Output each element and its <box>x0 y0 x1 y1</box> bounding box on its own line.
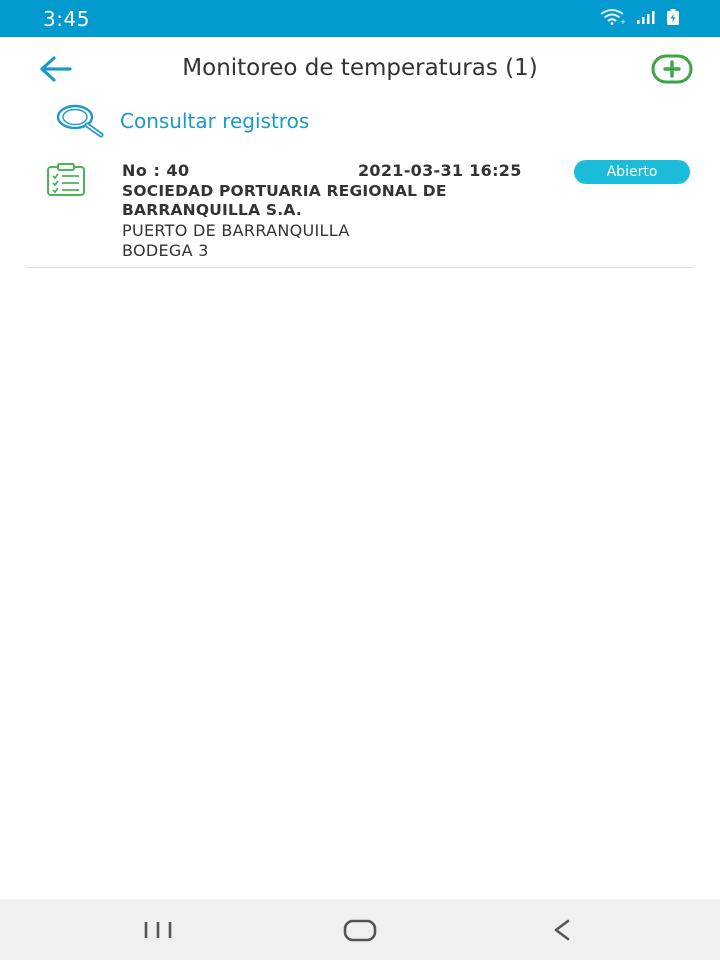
status-icons: + <box>600 9 680 25</box>
signal-icon <box>637 11 655 24</box>
record-port: PUERTO DE BARRANQUILLA <box>122 221 350 240</box>
status-time: 3:45 <box>43 7 90 31</box>
record-company: SOCIEDAD PORTUARIA REGIONAL DE BARRANQUI… <box>122 182 447 219</box>
recent-apps-button[interactable] <box>134 911 184 949</box>
query-records-link[interactable]: Consultar registros <box>54 103 309 139</box>
recent-apps-icon <box>144 922 172 938</box>
record-datetime: 2021-03-31 16:25 <box>358 161 522 180</box>
record-area: BODEGA 3 <box>122 241 209 260</box>
home-button[interactable] <box>335 911 385 949</box>
page-title: Monitoreo de temperaturas (1) <box>182 55 538 81</box>
svg-text:+: + <box>620 18 626 25</box>
back-icon <box>554 919 570 941</box>
home-icon <box>343 919 377 942</box>
record-list-item[interactable]: No : 40 2021-03-31 16:25 Abierto SOCIEDA… <box>26 150 694 268</box>
add-button[interactable] <box>651 54 693 84</box>
battery-icon <box>667 9 679 25</box>
clipboard-checklist-icon <box>47 163 85 196</box>
status-bar: 3:45 + <box>0 0 720 37</box>
magnifier-icon <box>56 104 104 138</box>
system-back-button[interactable] <box>538 911 588 949</box>
wifi-icon: + <box>600 9 626 25</box>
app-bar: Monitoreo de temperaturas (1) <box>0 37 720 101</box>
system-nav-bar <box>0 899 720 960</box>
record-number: No : 40 <box>122 161 190 180</box>
query-records-label: Consultar registros <box>120 109 310 133</box>
add-circle-icon <box>651 54 693 84</box>
status-badge: Abierto <box>574 160 690 184</box>
